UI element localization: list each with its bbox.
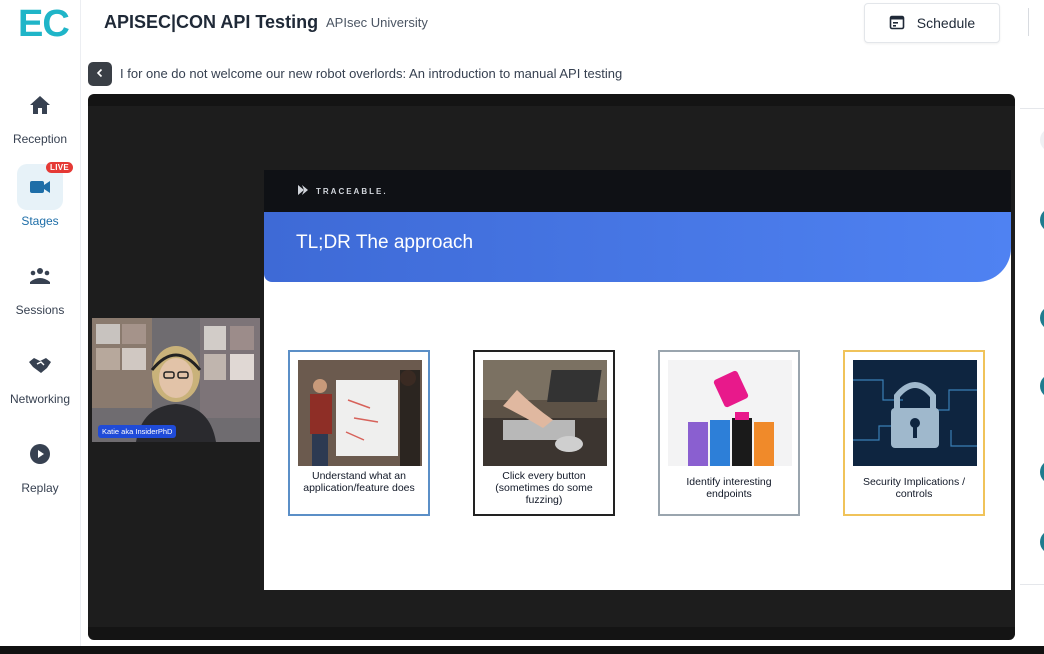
handshake-icon: [17, 342, 63, 388]
sidebar-item-stages[interactable]: LIVE Stages: [0, 162, 80, 228]
card-caption: Click every button (sometimes do some fu…: [495, 470, 593, 506]
calendar-icon: [889, 14, 905, 33]
slide-brand: TRACEABLE.: [298, 185, 388, 197]
attendee-avatar[interactable]: [1040, 208, 1044, 232]
attendee-avatar[interactable]: [1040, 530, 1044, 554]
speaker-name-tag: Katie aka InsiderPhD: [98, 425, 177, 438]
sidebar-item-label: Replay: [21, 481, 59, 495]
keyboard-photo-icon: [483, 360, 607, 466]
schedule-label: Schedule: [916, 15, 976, 31]
approach-card-security: Security Implications / controls: [843, 350, 985, 516]
sidebar-item-label: Reception: [12, 132, 68, 146]
speaker-video-icon: [92, 318, 260, 442]
header-divider: [1028, 8, 1029, 36]
bottom-edge-bar: [0, 646, 1044, 654]
card-caption: Security Implications / controls: [862, 476, 966, 500]
panel-tab-button[interactable]: [1040, 128, 1044, 152]
right-side-panel: [1020, 92, 1044, 592]
slide-heading: TL;DR The approach: [296, 232, 474, 253]
approach-card-identify: Identify interesting endpoints: [658, 350, 800, 516]
session-title: I for one do not welcome our new robot o…: [120, 66, 623, 81]
stage-video-player[interactable]: TRACEABLE. TL;DR The approach Understand…: [88, 94, 1015, 640]
attendee-avatar[interactable]: [1040, 306, 1044, 330]
speaker-webcam: Katie aka InsiderPhD: [92, 318, 260, 442]
video-frame: TRACEABLE. TL;DR The approach Understand…: [88, 106, 1015, 627]
approach-card-click: Click every button (sometimes do some fu…: [473, 350, 615, 516]
sidebar-item-replay[interactable]: Replay: [0, 431, 80, 495]
slide-brand-text: TRACEABLE.: [316, 186, 388, 196]
presentation-slide: TRACEABLE. TL;DR The approach Understand…: [264, 170, 1011, 590]
slide-header-bar: TRACEABLE.: [264, 170, 1011, 212]
play-circle-icon: [17, 431, 63, 477]
attendee-avatar[interactable]: [1040, 460, 1044, 484]
schedule-button[interactable]: Schedule: [864, 3, 1000, 43]
highlighters-photo-icon: [668, 360, 792, 466]
attendee-avatar[interactable]: [1040, 374, 1044, 398]
home-icon: [17, 82, 63, 128]
chevron-left-icon: [95, 65, 105, 83]
video-camera-icon: LIVE: [17, 162, 73, 210]
panel-divider: [1020, 108, 1044, 109]
approach-card-understand: Understand what an application/feature d…: [288, 350, 430, 516]
live-badge: LIVE: [46, 162, 73, 173]
organizer-name: APIsec University: [326, 15, 428, 30]
sidebar-item-reception[interactable]: Reception: [0, 82, 80, 146]
padlock-circuit-photo-icon: [853, 360, 977, 466]
event-title: APISEC|CON API Testing: [104, 12, 319, 32]
card-caption: Identify interesting endpoints: [686, 476, 772, 500]
whiteboard-photo-icon: [298, 360, 422, 466]
sidebar-item-networking[interactable]: Networking: [0, 342, 80, 406]
panel-divider: [1020, 584, 1044, 585]
sidebar-item-sessions[interactable]: Sessions: [0, 253, 80, 317]
traceable-logo-icon: [298, 185, 310, 197]
slide-banner: TL;DR The approach: [264, 212, 1011, 282]
event-logo[interactable]: EC: [18, 4, 70, 44]
card-caption: Understand what an application/feature d…: [303, 470, 415, 494]
group-icon: [17, 253, 63, 299]
back-button[interactable]: [88, 62, 112, 86]
sidebar-item-label: Sessions: [15, 303, 65, 317]
sidebar-item-label: Stages: [21, 214, 59, 228]
sidebar: EC Reception LIVE Stages Sessions Networ…: [0, 0, 81, 654]
sidebar-item-label: Networking: [9, 392, 71, 406]
